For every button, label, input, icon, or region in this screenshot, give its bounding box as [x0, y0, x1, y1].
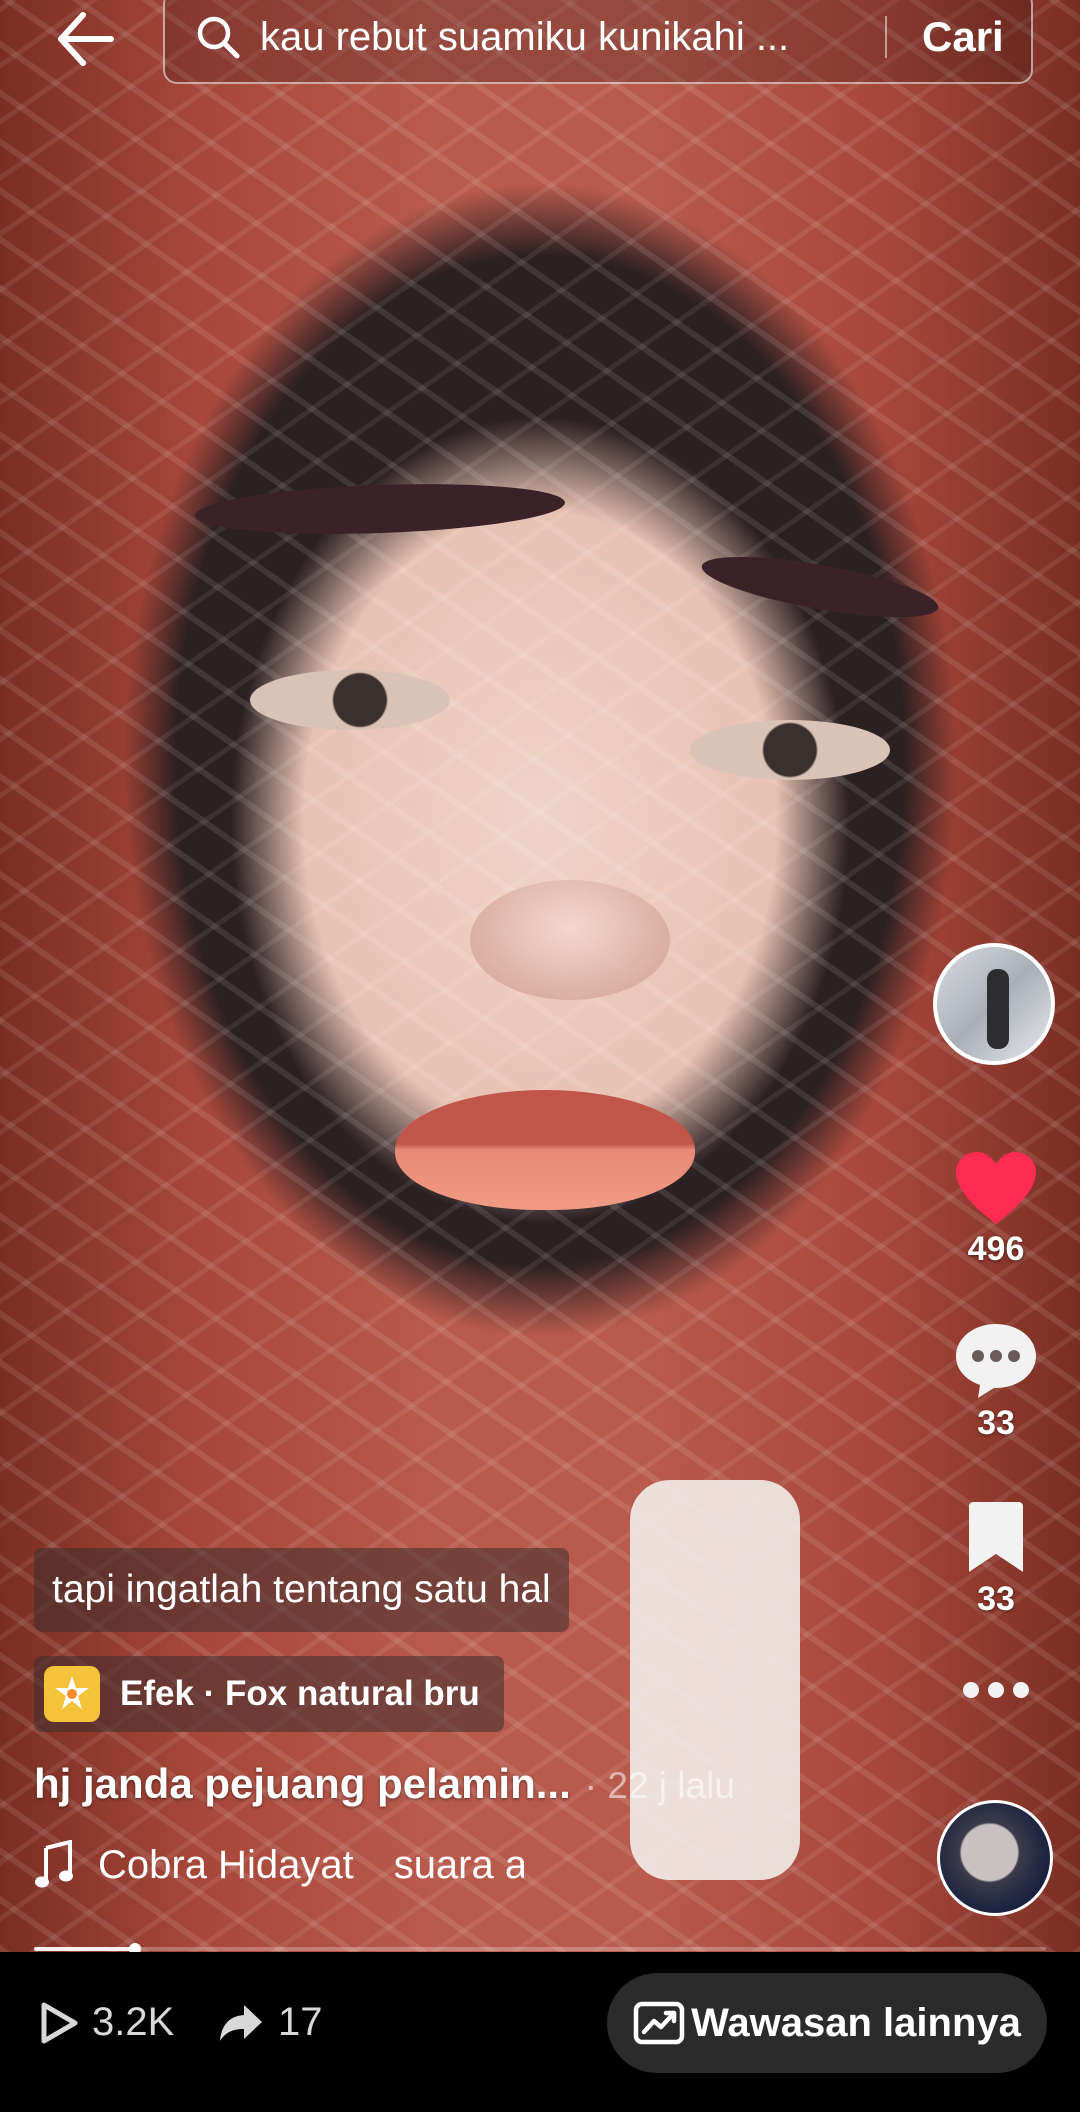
video-subtitle: tapi ingatlah tentang satu hal [34, 1548, 569, 1632]
more-icon [963, 1682, 1029, 1698]
search-input[interactable]: kau rebut suamiku kunikahi ... [260, 8, 880, 66]
music-note-icon [35, 1840, 73, 1888]
video-frame-detail [690, 720, 890, 780]
video-frame-detail [630, 1480, 800, 1880]
like-button[interactable]: 496 [941, 1150, 1051, 1269]
comment-button[interactable]: 33 [941, 1320, 1051, 1443]
share-icon [220, 2004, 262, 2041]
related-video-thumbnail[interactable] [933, 943, 1055, 1065]
effect-label: Efek · Fox natural bru [120, 1674, 480, 1713]
bottom-stats-bar: 3.2K 17 Wawasan lainnya [0, 1952, 1080, 2112]
more-insights-label: Wawasan lainnya [691, 2000, 1021, 2045]
posted-time: · 22 j lalu [584, 1765, 735, 1806]
play-icon [41, 2002, 78, 2043]
video-frame-detail [194, 478, 566, 540]
video-progress-bar[interactable] [34, 1943, 1046, 1955]
creator-username[interactable]: hj janda pejuang pelamin... [34, 1760, 571, 1808]
music-row[interactable]: Cobra Hidayat suara a [34, 1840, 524, 1890]
comment-count: 33 [977, 1404, 1015, 1442]
thumbnail-figure [987, 969, 1009, 1049]
search-bar[interactable]: kau rebut suamiku kunikahi ... Cari [163, 0, 1033, 84]
shares-count: 17 [278, 2000, 323, 2044]
video-frame-detail [250, 670, 450, 730]
like-count: 496 [967, 1230, 1025, 1268]
back-arrow-icon [58, 12, 114, 66]
views-count: 3.2K [92, 2000, 175, 2044]
search-icon [197, 16, 240, 59]
shares-stat: 17 [218, 2000, 323, 2045]
back-button[interactable] [50, 4, 120, 74]
music-sound-title: suara a [393, 1842, 524, 1887]
video-progress-fill [34, 1947, 136, 1951]
bookmark-button[interactable]: 33 [941, 1502, 1051, 1619]
comment-icon [956, 1324, 1036, 1398]
search-button[interactable]: Cari [922, 8, 1004, 66]
bookmark-icon [969, 1502, 1023, 1572]
video-frame-detail [395, 1090, 695, 1210]
views-stat: 3.2K [40, 2000, 174, 2045]
caption-row: hj janda pejuang pelamin... · 22 j lalu [34, 1760, 735, 1808]
more-insights-button[interactable]: Wawasan lainnya [607, 1973, 1047, 2073]
effect-icon [44, 1666, 100, 1722]
search-divider [885, 16, 887, 58]
bookmark-count: 33 [977, 1580, 1015, 1618]
music-author: Cobra Hidayat [98, 1842, 354, 1887]
video-frame-detail [698, 544, 942, 630]
video-frame-detail [470, 880, 670, 1000]
music-disc-avatar[interactable] [937, 1800, 1053, 1916]
effect-chip[interactable]: Efek · Fox natural bru [34, 1656, 504, 1732]
heart-icon [956, 1152, 1036, 1224]
insight-chart-icon [633, 2001, 685, 2045]
more-options-button[interactable] [941, 1680, 1051, 1700]
